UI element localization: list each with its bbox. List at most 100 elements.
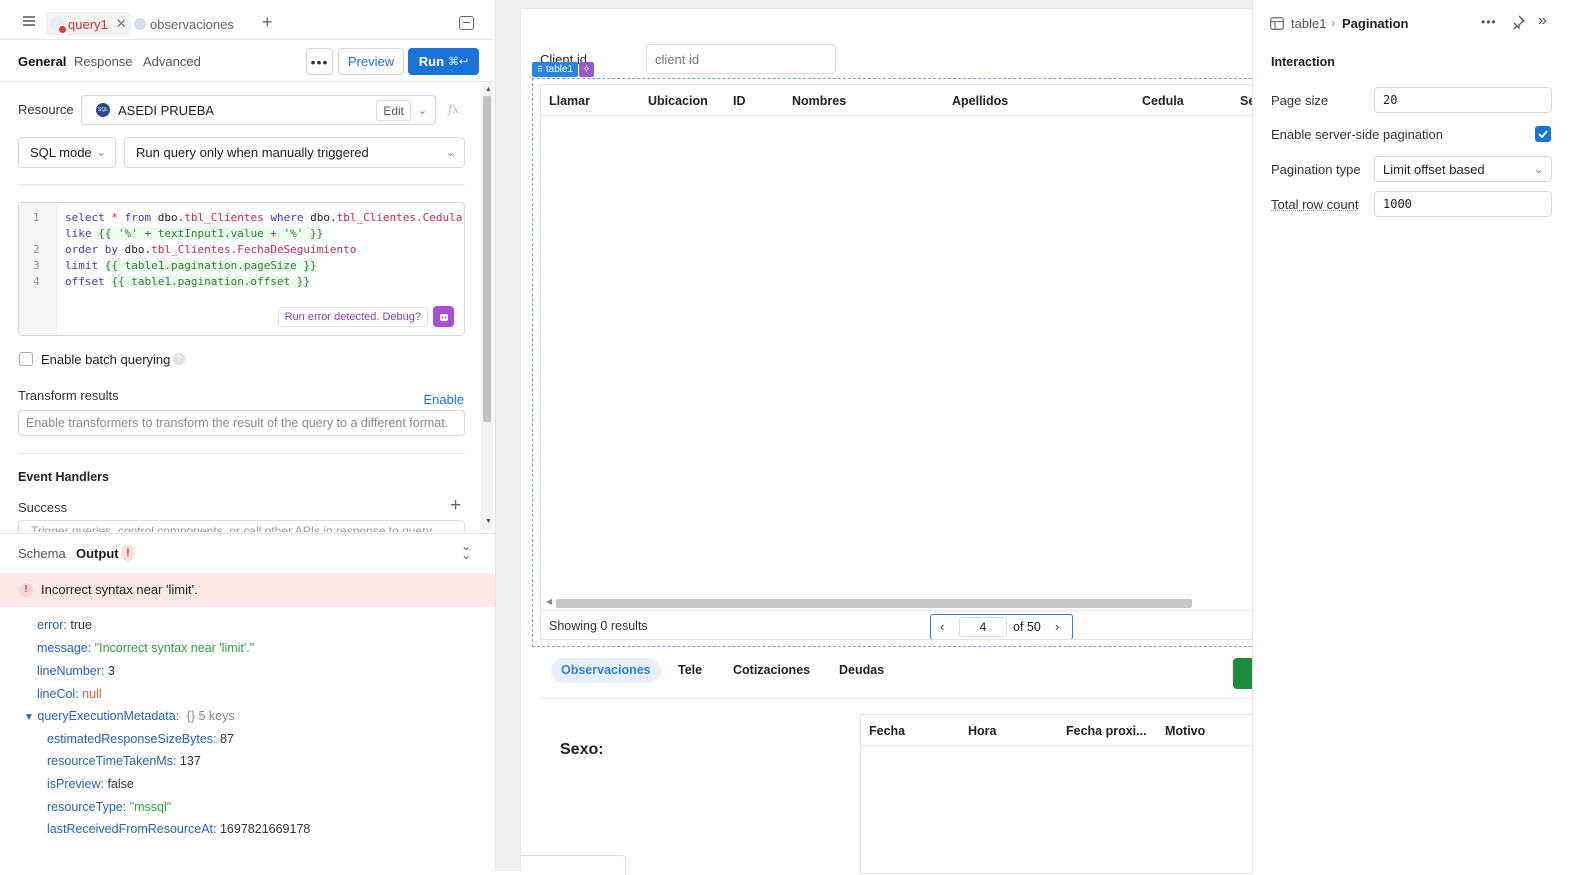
line-number: 1	[33, 211, 40, 224]
col-hora[interactable]: Hora	[968, 724, 996, 738]
prev-page-icon[interactable]: ‹	[940, 619, 944, 634]
tab-output[interactable]: Output	[76, 546, 119, 561]
col-fecha-proxima[interactable]: Fecha proxi...	[1066, 724, 1147, 738]
col-cedula[interactable]: Cedula	[1142, 94, 1184, 108]
resource-name: ASEDI PRUEBA	[118, 102, 215, 118]
app-canvas: Client id ⠿table1 ✧ Llamar Ubicacion ID …	[496, 0, 1272, 875]
trigger-mode-select[interactable]: Run query only when manually triggered ⌄	[124, 137, 465, 168]
sql-code-editor[interactable]: 1 select * from dbo.tbl_Clientes where db…	[18, 202, 465, 336]
subtable-header: Fecha Hora Fecha proxi... Motivo	[861, 715, 1254, 746]
transform-input[interactable]: Enable transformers to transform the res…	[18, 410, 465, 436]
line-number: 2	[33, 243, 40, 256]
page-input[interactable]: 4	[959, 617, 1007, 637]
more-options-button[interactable]: •••	[306, 48, 333, 75]
sql-mode-value: SQL mode	[30, 145, 92, 160]
query-tabs-bar: query1 ✕ observaciones +	[0, 8, 495, 40]
scrollbar-thumb[interactable]	[483, 96, 491, 422]
subtable: Fecha Hora Fecha proxi... Motivo	[860, 714, 1254, 874]
error-icon: !	[19, 583, 33, 597]
code-token: *	[111, 211, 125, 224]
col-ubicacion[interactable]: Ubicacion	[648, 94, 708, 108]
tab-observaciones[interactable]: observaciones	[134, 12, 234, 36]
preview-button[interactable]: Preview	[338, 48, 404, 75]
col-motivo[interactable]: Motivo	[1165, 724, 1205, 738]
pin-icon[interactable]	[1511, 15, 1526, 32]
chevron-down-icon: ⌄	[445, 147, 455, 159]
breadcrumb-component[interactable]: table1	[1291, 16, 1326, 31]
table1-tag-label: table1	[545, 64, 574, 75]
total-row-count-input[interactable]: 1000	[1374, 191, 1552, 217]
code-token: select	[65, 211, 112, 224]
breadcrumb-separator: ›	[1331, 15, 1336, 30]
tree-row-linecol: lineCol: null	[37, 687, 102, 701]
tree-row-qem[interactable]: ▼ queryExecutionMetadata: {} 5 keys	[24, 709, 235, 723]
close-icon[interactable]: ✕	[116, 16, 127, 32]
tab-general[interactable]: General	[18, 54, 66, 69]
add-handler-icon[interactable]: +	[450, 495, 461, 517]
line-number: 4	[33, 275, 40, 288]
tab-query1[interactable]: query1 ✕	[46, 12, 131, 36]
code-token: where	[270, 211, 311, 224]
resource-select[interactable]: SQL ASEDI PRUEBA Edit ⌄	[81, 95, 436, 125]
horizontal-scrollbar[interactable]: ◀	[541, 596, 1259, 610]
table1-tag[interactable]: ⠿ table1	[532, 62, 579, 77]
more-icon[interactable]: •••	[1481, 15, 1497, 29]
tab-observaciones-detail[interactable]: Observaciones	[551, 658, 661, 683]
transform-enable-link[interactable]: Enable	[424, 392, 464, 407]
next-page-icon[interactable]: ›	[1055, 619, 1059, 634]
partial-component	[521, 855, 626, 875]
page-size-input[interactable]: 20	[1374, 87, 1552, 113]
pagination-type-select[interactable]: Limit offset based ⌄	[1374, 156, 1552, 182]
table-ai-icon[interactable]: ✧	[579, 62, 594, 77]
collapse-right-icon[interactable]: »	[1538, 12, 1547, 30]
col-fecha[interactable]: Fecha	[869, 724, 905, 738]
pagination-control: ‹ 4 of 50 ›	[930, 614, 1073, 639]
expand-triangle-icon[interactable]: ▼	[24, 712, 34, 723]
ai-assist-icon[interactable]	[433, 306, 454, 327]
run-button[interactable]: Run ⌘↩	[408, 48, 479, 75]
transform-label: Transform results	[18, 388, 119, 403]
code-line: order by dbo.tbl_Clientes.FechaDeSeguimi…	[65, 243, 356, 256]
tab-schema[interactable]: Schema	[18, 546, 66, 561]
resource-edit-button[interactable]: Edit	[376, 100, 411, 121]
sql-badge-icon: SQL	[96, 103, 110, 117]
tree-row-size: estimatedResponseSizeBytes: 87	[47, 732, 234, 746]
scrollbar-thumb[interactable]	[556, 599, 1192, 608]
collapse-panel-icon[interactable]	[459, 16, 474, 30]
editor-scrollbar[interactable]: ▲ ▼	[481, 82, 493, 530]
col-llamar[interactable]: Llamar	[549, 94, 590, 108]
info-icon: ?	[173, 353, 185, 365]
tab-cotizaciones[interactable]: Cotizaciones	[733, 663, 810, 677]
code-token: order by	[65, 243, 125, 256]
tab-tele[interactable]: Tele	[678, 663, 702, 677]
col-apellidos[interactable]: Apellidos	[952, 94, 1008, 108]
batch-checkbox[interactable]	[19, 352, 33, 366]
collapse-output-icon[interactable]: ⌄ ⌄	[461, 540, 471, 561]
inspector-panel: table1 › Pagination ••• » Interaction Pa…	[1252, 0, 1590, 871]
add-tab-icon[interactable]: +	[262, 12, 273, 33]
chevron-down-icon: ⌄	[96, 147, 106, 159]
code-token: {{ table1.pagination.pageSize }}	[104, 259, 317, 272]
table1: Llamar Ubicacion ID Nombres Apellidos Ce…	[540, 84, 1260, 640]
batch-label: Enable batch querying	[41, 352, 171, 367]
tab-advanced[interactable]: Advanced	[143, 54, 201, 69]
tree-row-preview: isPreview: false	[47, 777, 134, 791]
query-subtabs: General Response Advanced ••• Preview Ru…	[0, 40, 495, 82]
col-id[interactable]: ID	[733, 94, 746, 108]
tab-deudas[interactable]: Deudas	[839, 663, 884, 677]
output-tabs-bar: Schema Output ! ⌄ ⌄	[0, 533, 495, 573]
action-button[interactable]	[1233, 658, 1253, 689]
sql-mode-select[interactable]: SQL mode ⌄	[18, 137, 116, 168]
table-header: Llamar Ubicacion ID Nombres Apellidos Ce…	[541, 85, 1259, 116]
col-nombres[interactable]: Nombres	[792, 94, 846, 108]
debug-hint[interactable]: Run error detected. Debug?	[277, 307, 428, 327]
tab-response[interactable]: Response	[74, 54, 133, 69]
sql-resource-icon	[134, 18, 146, 30]
menu-icon[interactable]	[22, 15, 36, 27]
event-hint-box: Trigger queries, control components, or …	[18, 520, 465, 532]
client-id-input[interactable]	[646, 44, 836, 74]
code-token: tbl_Clientes.Cedula	[336, 211, 463, 224]
fx-icon[interactable]: fx	[448, 102, 459, 116]
tab-observaciones-label: observaciones	[150, 16, 234, 32]
server-side-checkbox[interactable]	[1535, 126, 1551, 142]
